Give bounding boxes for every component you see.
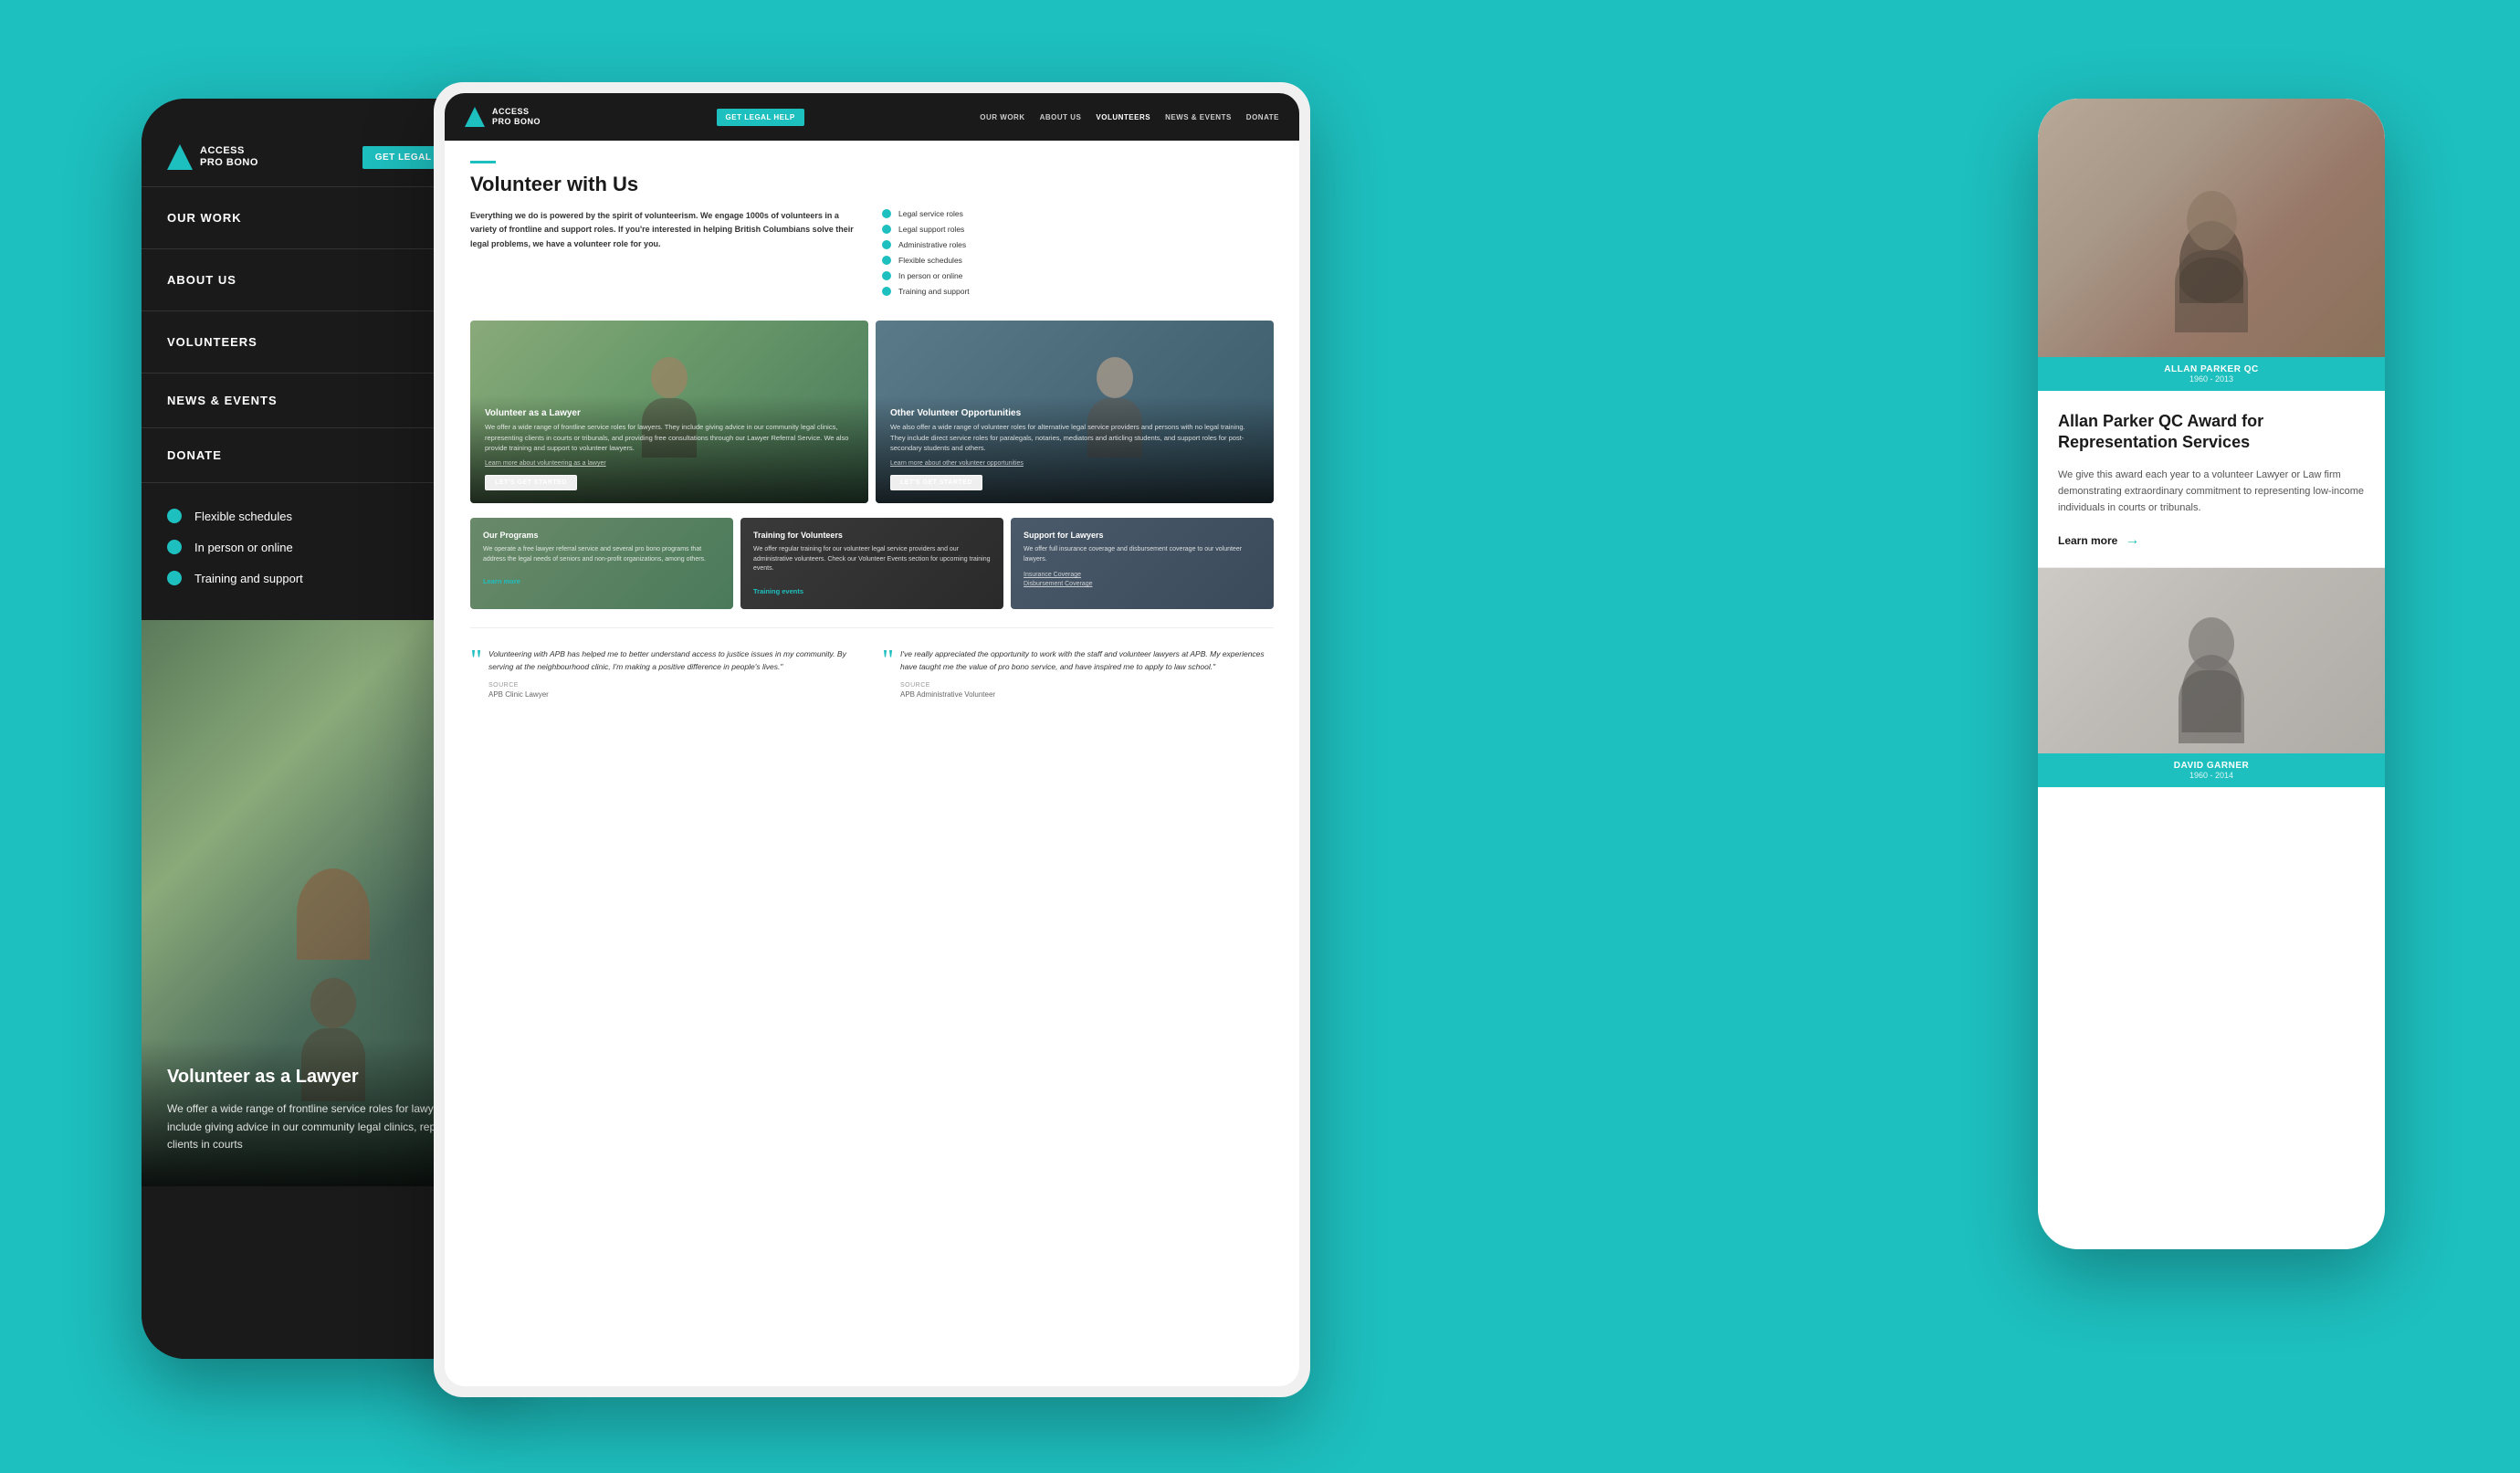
quote-mark: " — [882, 645, 894, 674]
logo-icon — [167, 144, 193, 170]
david-garner-card: DAVID GARNER 1960 - 2014 — [2038, 568, 2385, 787]
feature-item: Administrative roles — [882, 240, 1274, 249]
training-card: Training for Volunteers We offer regular… — [740, 518, 1003, 609]
feature-dot — [167, 509, 182, 523]
feature-item: Legal support roles — [882, 225, 1274, 234]
phone-left-logo: ACCESS PRO BONO — [167, 144, 258, 170]
feature-dot — [882, 256, 891, 265]
photo-overlay-lawyer: Volunteer as a Lawyer We offer a wide ra… — [470, 395, 868, 503]
photo-card-other: Other Volunteer Opportunities We also of… — [876, 321, 1274, 503]
phone-right-screen: ALLAN PARKER QC 1960 - 2013 Allan Parker… — [2038, 99, 2385, 1249]
feature-item: Legal service roles — [882, 209, 1274, 218]
tablet-nav-volunteers[interactable]: VOLUNTEERS — [1096, 113, 1150, 121]
tablet-nav-about-us[interactable]: ABOUT US — [1040, 113, 1082, 121]
person-photo — [2179, 617, 2244, 743]
disbursement-link[interactable]: Disbursement Coverage — [1024, 581, 1261, 587]
arrow-right-icon: → — [2125, 532, 2139, 549]
other-cta-button[interactable]: LET'S GET STARTED — [890, 475, 982, 490]
award-content: Allan Parker QC Award for Representation… — [2038, 391, 2385, 568]
quote-2: " I've really appreciated the opportunit… — [882, 648, 1274, 699]
phone-right: ALLAN PARKER QC 1960 - 2013 Allan Parker… — [2038, 99, 2385, 1249]
david-garner-badge: DAVID GARNER 1960 - 2014 — [2038, 753, 2385, 787]
tablet-nav-our-work[interactable]: OUR WORK — [980, 113, 1024, 121]
small-cards-row: Our Programs We operate a free lawyer re… — [470, 518, 1274, 609]
feature-dot — [882, 271, 891, 280]
feature-dot — [167, 571, 182, 585]
lawyer-cta-button[interactable]: LET'S GET STARTED — [485, 475, 577, 490]
feature-item: Training and support — [882, 287, 1274, 296]
other-link[interactable]: Learn more about other volunteer opportu… — [890, 460, 1259, 467]
feature-dot — [882, 240, 891, 249]
quote-mark: " — [470, 645, 482, 674]
tablet-nav-news[interactable]: NEWS & EVENTS — [1165, 113, 1232, 121]
award-text: We give this award each year to a volunt… — [2058, 467, 2365, 516]
support-card: Support for Lawyers We offer full insura… — [1011, 518, 1274, 609]
feature-item: In person or online — [882, 271, 1274, 280]
feature-item: Flexible schedules — [882, 256, 1274, 265]
allan-parker-image — [2038, 99, 2385, 391]
tablet-content: Volunteer with Us Everything we do is po… — [445, 141, 1299, 739]
lawyer-link[interactable]: Learn more about volunteering as a lawye… — [485, 460, 854, 467]
learn-more-button[interactable]: Learn more → — [2058, 532, 2365, 549]
award-title: Allan Parker QC Award for Representation… — [2058, 411, 2365, 454]
tablet-logo-text: ACCESS PRO BONO — [492, 107, 541, 127]
training-link[interactable]: Training events — [753, 587, 803, 595]
page-title: Volunteer with Us — [470, 173, 1274, 196]
tablet-logo: ACCESS PRO BONO — [465, 107, 541, 127]
allan-parker-card: ALLAN PARKER QC 1960 - 2013 — [2038, 99, 2385, 391]
tablet-logo-icon — [465, 107, 485, 127]
insurance-link[interactable]: Insurance Coverage — [1024, 572, 1261, 578]
feature-dot — [882, 287, 891, 296]
photo-card-lawyer: Volunteer as a Lawyer We offer a wide ra… — [470, 321, 868, 503]
tablet-nav-donate[interactable]: DONATE — [1246, 113, 1279, 121]
feature-dot — [882, 209, 891, 218]
intro-grid: Everything we do is powered by the spiri… — [470, 209, 1274, 302]
person-photo — [2175, 191, 2248, 332]
programs-link[interactable]: Learn more — [483, 577, 520, 585]
tablet-get-help-button[interactable]: GET LEGAL HELP — [717, 109, 804, 126]
intro-text: Everything we do is powered by the spiri… — [470, 209, 862, 302]
allan-parker-badge: ALLAN PARKER QC 1960 - 2013 — [2038, 357, 2385, 391]
logo-text: ACCESS PRO BONO — [200, 145, 258, 169]
tablet-nav-links: OUR WORK ABOUT US VOLUNTEERS NEWS & EVEN… — [980, 113, 1279, 121]
tablet-center: ACCESS PRO BONO GET LEGAL HELP OUR WORK … — [434, 82, 1310, 1397]
quote-1: " Volunteering with APB has helped me to… — [470, 648, 862, 699]
accent-line — [470, 161, 496, 163]
quotes-row: " Volunteering with APB has helped me to… — [470, 627, 1274, 719]
features-list: Legal service roles Legal support roles … — [882, 209, 1274, 302]
tablet-screen: ACCESS PRO BONO GET LEGAL HELP OUR WORK … — [445, 93, 1299, 1386]
tablet-nav: ACCESS PRO BONO GET LEGAL HELP OUR WORK … — [445, 93, 1299, 141]
programs-card: Our Programs We operate a free lawyer re… — [470, 518, 733, 609]
photo-overlay-other: Other Volunteer Opportunities We also of… — [876, 395, 1274, 503]
feature-dot — [167, 540, 182, 554]
feature-dot — [882, 225, 891, 234]
photo-row: Volunteer as a Lawyer We offer a wide ra… — [470, 321, 1274, 503]
